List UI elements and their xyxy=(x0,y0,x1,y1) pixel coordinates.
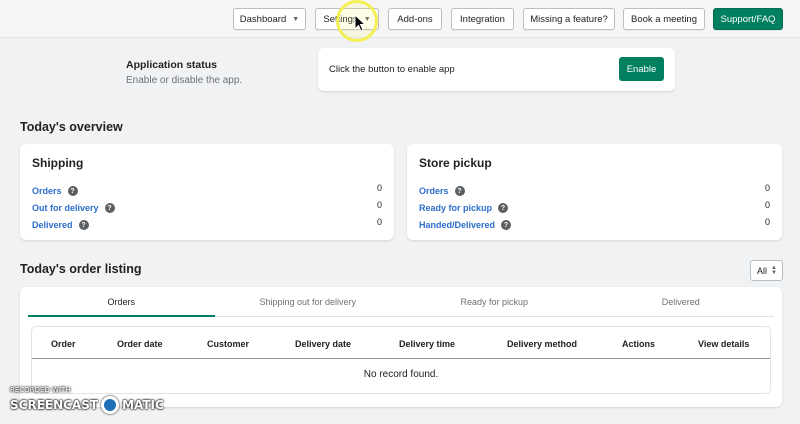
watermark-word2: MATIC xyxy=(122,398,164,412)
dashboard-label: Dashboard xyxy=(239,13,287,25)
stat-value: 0 xyxy=(376,200,382,210)
app-status-title: Application status xyxy=(126,59,218,71)
pickup-orders-row: Orders? 0 xyxy=(419,183,770,200)
order-listing-card: Orders Shipping out for delivery Ready f… xyxy=(20,287,782,407)
missing-feature-button[interactable]: Missing a feature? xyxy=(523,8,615,30)
shipping-title: Shipping xyxy=(32,156,84,170)
shipping-orders-link[interactable]: Orders? xyxy=(32,186,78,196)
handed-delivered-row: Handed/Delivered? 0 xyxy=(419,217,770,234)
enable-app-text: Click the button to enable app xyxy=(329,64,455,75)
addons-button[interactable]: Add-ons xyxy=(388,8,442,30)
stat-value: 0 xyxy=(376,183,382,193)
column-header: Customer xyxy=(207,339,250,349)
handed-delivered-link[interactable]: Handed/Delivered? xyxy=(419,220,512,230)
help-icon[interactable]: ? xyxy=(501,220,512,230)
help-icon[interactable]: ? xyxy=(78,220,89,230)
integration-label: Integration xyxy=(460,13,505,25)
enable-button[interactable]: Enable xyxy=(619,57,664,81)
help-icon[interactable]: ? xyxy=(67,186,78,196)
ready-for-pickup-row: Ready for pickup? 0 xyxy=(419,200,770,217)
watermark-logo: SCREENCAST MATIC xyxy=(10,396,164,414)
book-meeting-label: Book a meeting xyxy=(630,13,697,25)
missing-feature-label: Missing a feature? xyxy=(530,13,608,25)
table-header: Order Order date Customer Delivery date … xyxy=(32,335,770,359)
tab-delivered[interactable]: Delivered xyxy=(588,287,775,316)
order-listing-title: Today's order listing xyxy=(20,262,142,276)
shipping-out-for-delivery-row: Out for delivery? 0 xyxy=(32,200,382,217)
column-header: View details xyxy=(698,339,750,349)
overview-title: Today's overview xyxy=(20,120,123,134)
column-header: Order date xyxy=(117,339,163,349)
orders-table: Order Order date Customer Delivery date … xyxy=(32,327,770,393)
book-meeting-button[interactable]: Book a meeting xyxy=(623,8,705,30)
chevron-down-icon: ▼ xyxy=(292,15,300,23)
ready-for-pickup-link[interactable]: Ready for pickup? xyxy=(419,203,509,213)
stat-label: Orders xyxy=(419,186,449,196)
tab-orders[interactable]: Orders xyxy=(28,287,215,317)
stat-label: Delivered xyxy=(32,220,73,230)
help-icon[interactable]: ? xyxy=(498,203,509,213)
stat-value: 0 xyxy=(764,217,770,227)
column-header: Delivery date xyxy=(295,339,352,349)
addons-label: Add-ons xyxy=(397,13,433,25)
app-status-description: Enable or disable the app. xyxy=(126,75,243,86)
stat-value: 0 xyxy=(376,217,382,227)
tab-shipping-out-for-delivery[interactable]: Shipping out for delivery xyxy=(215,287,402,316)
delivered-link[interactable]: Delivered? xyxy=(32,220,89,230)
stat-value: 0 xyxy=(764,200,770,210)
shipping-delivered-row: Delivered? 0 xyxy=(32,217,382,234)
column-header: Delivery time xyxy=(399,339,456,349)
enable-app-card: Click the button to enable app Enable xyxy=(318,48,675,91)
order-tabs: Orders Shipping out for delivery Ready f… xyxy=(28,287,774,317)
tab-ready-for-pickup[interactable]: Ready for pickup xyxy=(401,287,588,316)
column-header: Order xyxy=(51,339,76,349)
pickup-orders-link[interactable]: Orders? xyxy=(419,186,465,196)
store-pickup-title: Store pickup xyxy=(419,156,492,170)
stat-label: Out for delivery xyxy=(32,203,99,213)
mouse-pointer-icon xyxy=(354,14,367,32)
select-arrows-icon: ▲ ▼ xyxy=(771,264,777,276)
column-header: Delivery method xyxy=(507,339,578,349)
dashboard-dropdown-button[interactable]: Dashboard ▼ xyxy=(233,8,306,30)
shipping-orders-row: Orders? 0 xyxy=(32,183,382,200)
watermark-line1: RECORDED WITH xyxy=(10,386,71,394)
integration-button[interactable]: Integration xyxy=(451,8,514,30)
shipping-card: Shipping Orders? 0 Out for delivery? 0 D… xyxy=(20,144,394,240)
top-nav-bar: Dashboard ▼ Settings ▼ Add-ons Integrati… xyxy=(0,0,800,38)
watermark-word1: SCREENCAST xyxy=(10,398,99,412)
out-for-delivery-link[interactable]: Out for delivery? xyxy=(32,203,115,213)
screencast-logo-icon xyxy=(101,396,120,414)
store-pickup-card: Store pickup Orders? 0 Ready for pickup?… xyxy=(407,144,782,240)
stat-label: Handed/Delivered xyxy=(419,220,496,230)
support-faq-button[interactable]: Support/FAQ xyxy=(713,8,783,30)
order-filter-select[interactable]: All ▲ ▼ xyxy=(750,260,783,281)
column-header: Actions xyxy=(622,339,656,349)
filter-value: All xyxy=(757,265,768,276)
stat-label: Ready for pickup xyxy=(419,203,493,213)
stat-label: Orders xyxy=(32,186,62,196)
help-icon[interactable]: ? xyxy=(454,186,465,196)
support-faq-label: Support/FAQ xyxy=(720,13,776,25)
stat-value: 0 xyxy=(764,183,770,193)
help-icon[interactable]: ? xyxy=(104,203,115,213)
empty-state-message: No record found. xyxy=(363,369,439,380)
